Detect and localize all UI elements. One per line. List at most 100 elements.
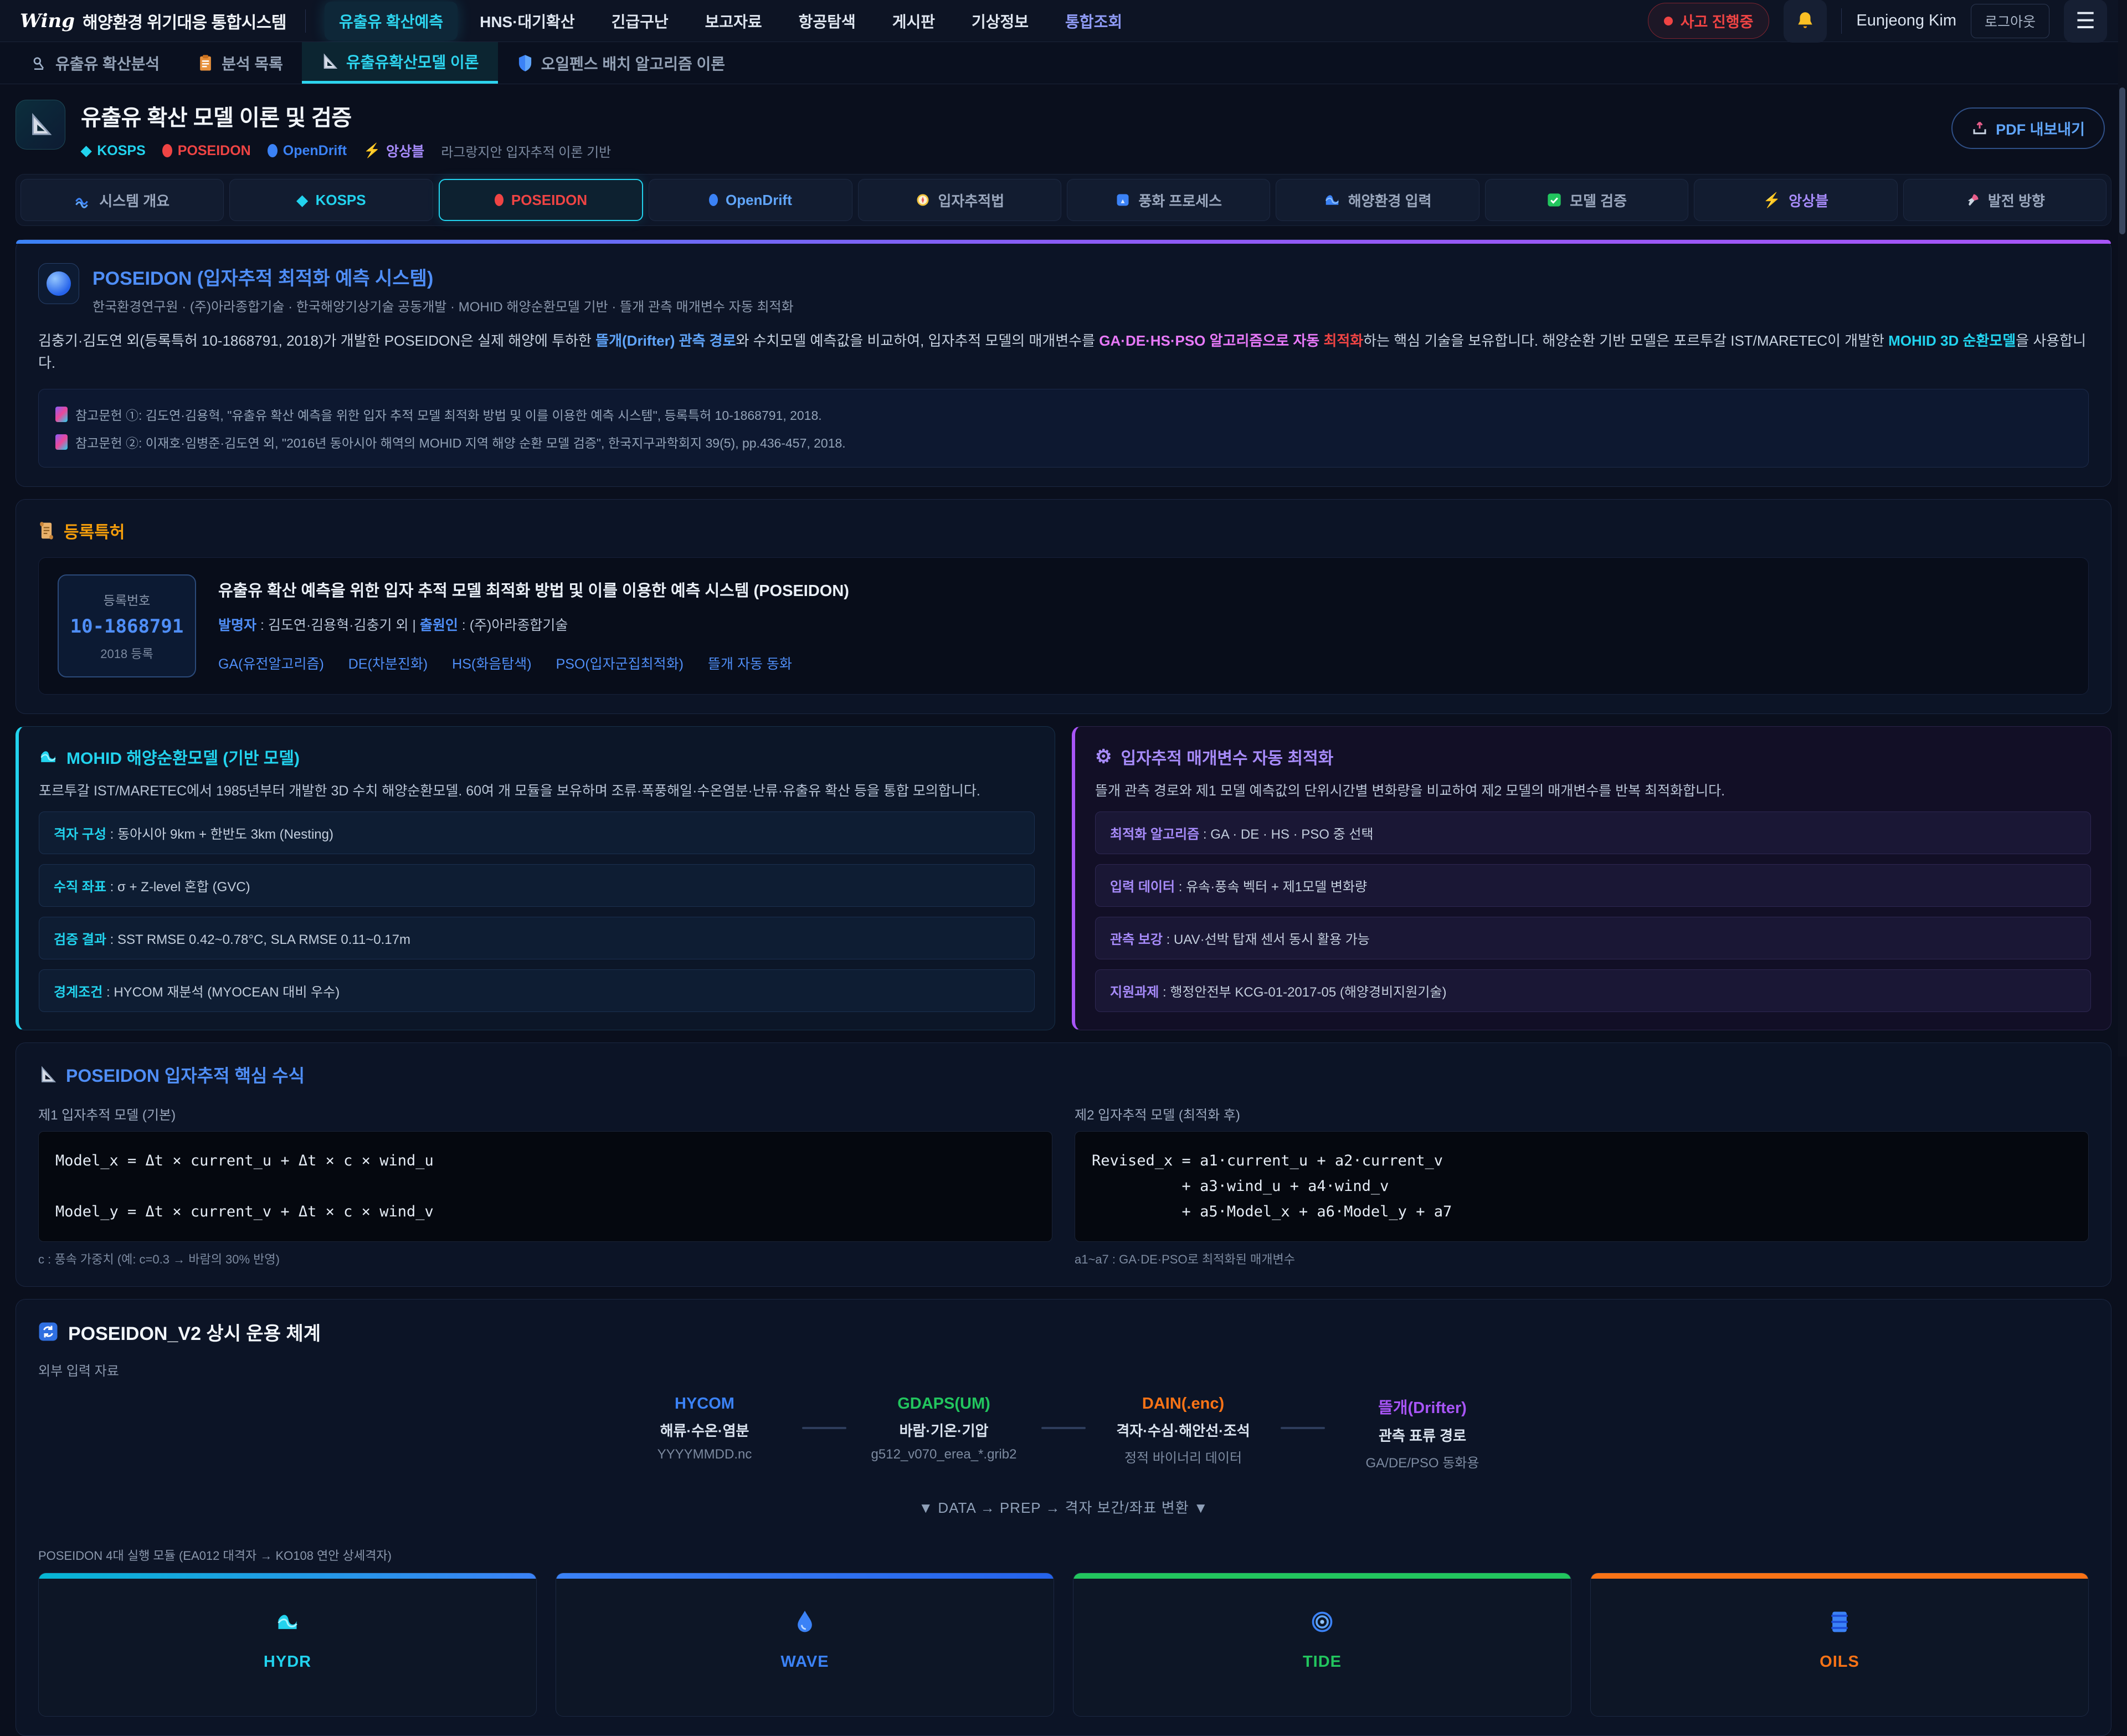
- tab-opendrift[interactable]: OpenDrift: [649, 179, 852, 221]
- pdf-export-label: PDF 내보내기: [1996, 117, 2085, 139]
- tab-ocean-environment-input[interactable]: 해양환경 입력: [1276, 179, 1479, 221]
- rocket-icon: [1965, 192, 1980, 208]
- formula-section-title-row: POSEIDON 입자추적 핵심 수식: [38, 1062, 2089, 1087]
- inventor-value: : 김도연·김용혁·김충기 외 |: [256, 618, 420, 633]
- poseidon-title: POSEIDON (입자추적 최적화 예측 시스템): [93, 263, 794, 290]
- spec-label: 수직 좌표: [54, 880, 106, 895]
- wave-icon: [275, 1610, 300, 1634]
- nav-item-weather-info[interactable]: 기상정보: [957, 2, 1043, 40]
- tab-particle-tracking[interactable]: 입자추적법: [858, 179, 1061, 221]
- hamburger-menu-button[interactable]: ☰: [2064, 0, 2107, 43]
- tag-hs[interactable]: HS(화음탐색): [452, 653, 531, 673]
- scrollbar-track[interactable]: [2118, 0, 2127, 1056]
- badge-kosps: ◆ KOSPS: [81, 142, 146, 159]
- tab-analysis-list[interactable]: 분석 목록: [178, 42, 302, 84]
- export-icon: [1971, 120, 1988, 137]
- mohid-link[interactable]: MOHID 3D 순환모델: [1888, 332, 2016, 349]
- diamond-icon: ◆: [297, 192, 308, 209]
- spec-row-support-project: 지원과제 : 행정안전부 KCG-01-2017-05 (해양경비지원기술): [1095, 969, 2091, 1012]
- spec-row-grid: 격자 구성 : 동아시아 9km + 한반도 3km (Nesting): [39, 811, 1035, 854]
- tag-ga[interactable]: GA(유전알고리즘): [218, 653, 324, 673]
- red-dot-icon: [162, 144, 172, 157]
- patent-tags: GA(유전알고리즘) DE(차분진화) HS(화음탐색) PSO(입자군집최적화…: [218, 653, 2069, 673]
- formula2-caption: a1~a7 : GA·DE·PSO로 최적화된 매개변수: [1075, 1250, 2089, 1267]
- nav-item-board[interactable]: 게시판: [878, 2, 949, 40]
- algorithm-highlight: GA·DE·HS·PSO 알고리즘으로 자동: [1099, 332, 1323, 349]
- patent-detail: 유출유 확산 예측을 위한 입자 추적 모델 최적화 방법 및 이를 이용한 예…: [218, 574, 2069, 677]
- tag-drifter-assimilation[interactable]: 뜰개 자동 동화: [708, 653, 792, 673]
- nav-item-hns-diffusion[interactable]: HNS·대기확산: [465, 2, 589, 40]
- formula-section: POSEIDON 입자추적 핵심 수식 제1 입자추적 모델 (기본) Mode…: [16, 1042, 2111, 1287]
- tab-ensemble[interactable]: ⚡ 앙상블: [1694, 179, 1897, 221]
- spec-value: : HYCOM 재분석 (MYOCEAN 대비 우수): [102, 985, 340, 1000]
- module-name: OILS: [1820, 1653, 1859, 1671]
- patent-number-box: 등록번호 10-1868791 2018 등록: [58, 574, 196, 677]
- tag-de[interactable]: DE(차분진화): [348, 653, 428, 673]
- tab-model-validation[interactable]: 모델 검증: [1485, 179, 1688, 221]
- incident-status-badge[interactable]: 사고 진행중: [1648, 3, 1770, 39]
- applicant-value: : (주)아라종합기술: [458, 618, 568, 633]
- spiral-icon: [1310, 1610, 1334, 1634]
- poseidon-orb-icon: [38, 263, 79, 304]
- main-menu: 유출유 확산예측 HNS·대기확산 긴급구난 보고자료 항공탐색 게시판 기상정…: [325, 2, 1648, 40]
- badge-label: KOSPS: [97, 143, 146, 159]
- module-oils: OILS: [1590, 1573, 2089, 1717]
- user-name: Eunjeong Kim: [1856, 12, 1956, 30]
- formula1-code: Model_x = Δt × current_u + Δt × c × wind…: [38, 1131, 1052, 1242]
- badge-label: 앙상블: [386, 141, 424, 161]
- nav-item-reports[interactable]: 보고자료: [691, 2, 777, 40]
- navbar-right: 사고 진행중 Eunjeong Kim 로그아웃 ☰: [1648, 0, 2107, 43]
- connector-line: [1281, 1427, 1325, 1429]
- formula1-caption: c : 풍속 가중치 (예: c=0.3 → 바람의 30% 반영): [38, 1250, 1052, 1267]
- secondary-tab-bar: 유출유 확산분석 분석 목록 유출유확산모델 이론 오일펜스 배치 알고리즘 이…: [0, 42, 2127, 84]
- text-segment: 김충기·김도연 외(등록특허 10-1868791, 2018)가 개발한 PO…: [38, 332, 595, 349]
- spec-row-algorithm: 최적화 알고리즘 : GA · DE · HS · PSO 중 선택: [1095, 811, 2091, 854]
- logout-button[interactable]: 로그아웃: [1971, 4, 2049, 38]
- text-segment: 하는 핵심 기술을 보유합니다. 해양순환 기반 모델은 포르투갈 IST/MA…: [1363, 332, 1888, 349]
- gear-icon: ⚙: [1095, 746, 1112, 768]
- optimization-card: ⚙ 입자추적 매개변수 자동 최적화 뜰개 관측 경로와 제1 모델 예측값의 …: [1072, 726, 2111, 1031]
- tab-future-direction[interactable]: 발전 방향: [1903, 179, 2107, 221]
- tab-kosps[interactable]: ◆ KOSPS: [229, 179, 433, 221]
- inventor-label: 발명자: [218, 618, 256, 633]
- module-name: HYDR: [264, 1653, 311, 1671]
- nav-item-aerial-search[interactable]: 항공탐색: [784, 2, 870, 40]
- data-sources-row: HYCOM 해류·수온·염분 YYYYMMDD.nc GDAPS(UM) 바람·…: [38, 1395, 2089, 1471]
- tab-label: 앙상블: [1789, 190, 1828, 210]
- spec-value: : UAV·선박 탑재 센서 동시 활용 가능: [1163, 932, 1370, 947]
- references-box: 참고문헌 ①: 김도연·김용혁, "유출유 확산 예측을 위한 입자 추적 모델…: [38, 389, 2089, 468]
- lightning-icon: ⚡: [363, 143, 381, 159]
- nav-item-emergency-rescue[interactable]: 긴급구난: [597, 2, 683, 40]
- reference-text: 참고문헌 ①: 김도연·김용혁, "유출유 확산 예측을 위한 입자 추적 모델…: [75, 405, 822, 424]
- spec-value: : 행정안전부 KCG-01-2017-05 (해양경비지원기술): [1159, 985, 1446, 1000]
- module-name: WAVE: [780, 1653, 829, 1671]
- tab-system-overview[interactable]: 시스템 개요: [20, 179, 224, 221]
- tab-label: KOSPS: [316, 192, 366, 209]
- scrollbar-thumb[interactable]: [2119, 88, 2125, 234]
- connector-line: [802, 1427, 846, 1429]
- tab-oil-fence-algorithm-theory[interactable]: 오일펜스 배치 알고리즘 이론: [498, 42, 744, 84]
- content-tab-bar: 시스템 개요 ◆ KOSPS POSEIDON OpenDrift 입자추적법 …: [16, 174, 2111, 226]
- poseidon-header-text: POSEIDON (입자추적 최적화 예측 시스템) 한국환경연구원 · (주)…: [93, 263, 794, 315]
- spec-label: 검증 결과: [54, 932, 106, 947]
- tab-weathering-process[interactable]: 풍화 프로세스: [1067, 179, 1270, 221]
- source-file: g512_v070_erea_*.grib2: [871, 1447, 1017, 1462]
- pdf-export-button[interactable]: PDF 내보내기: [1951, 107, 2105, 149]
- bell-icon: [1795, 11, 1816, 32]
- drifter-link[interactable]: 뜰개(Drifter) 관측 경로: [595, 332, 736, 349]
- nav-item-integrated-search[interactable]: 통합조회: [1051, 2, 1137, 40]
- source-file: GA/DE/PSO 동화용: [1366, 1452, 1479, 1471]
- formula-grid: 제1 입자추적 모델 (기본) Model_x = Δt × current_u…: [38, 1104, 2089, 1267]
- tab-oil-spill-analysis[interactable]: 유출유 확산분석: [11, 42, 178, 84]
- nav-item-oil-spill-prediction[interactable]: 유출유 확산예측: [325, 2, 458, 40]
- tab-poseidon[interactable]: POSEIDON: [439, 179, 643, 221]
- tab-label: 분석 목록: [222, 52, 283, 74]
- model-cards-row: MOHID 해양순환모델 (기반 모델) 포르투갈 IST/MARETEC에서 …: [16, 726, 2111, 1031]
- tab-spill-model-theory[interactable]: 유출유확산모델 이론: [302, 42, 498, 84]
- source-desc: 관측 표류 경로: [1379, 1425, 1466, 1445]
- notifications-button[interactable]: [1784, 0, 1827, 43]
- nav-divider: [305, 9, 306, 33]
- external-input-label: 외부 입력 자료: [38, 1360, 2089, 1379]
- tag-pso[interactable]: PSO(입자군집최적화): [556, 653, 684, 673]
- spec-value: : SST RMSE 0.42~0.78°C, SLA RMSE 0.11~0.…: [106, 932, 410, 947]
